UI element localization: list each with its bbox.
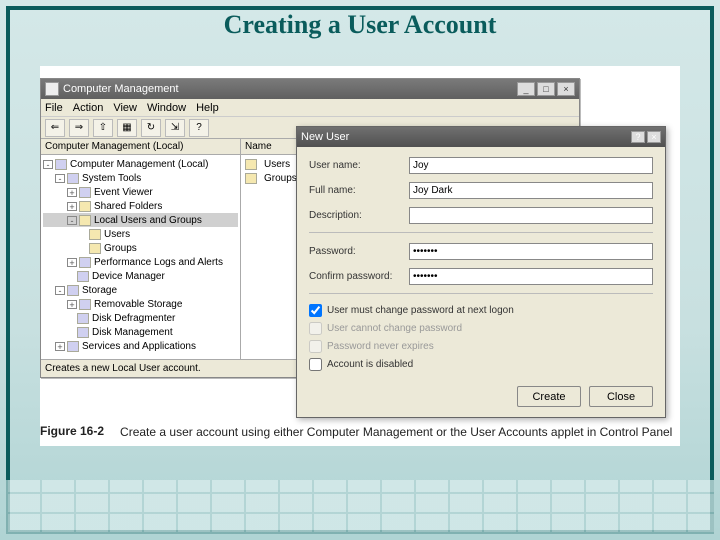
label-username: User name:	[309, 160, 409, 171]
cannot-change-checkbox	[309, 322, 322, 335]
tree-perf-logs[interactable]: +Performance Logs and Alerts	[43, 255, 238, 269]
tree-removable[interactable]: +Removable Storage	[43, 297, 238, 311]
dialog-help-button[interactable]: ?	[631, 131, 645, 143]
must-change-checkbox[interactable]	[309, 304, 322, 317]
tree-local-users[interactable]: -Local Users and Groups	[43, 213, 238, 227]
menu-file[interactable]: File	[45, 102, 63, 114]
menu-view[interactable]: View	[113, 102, 137, 114]
tree-device-manager[interactable]: Device Manager	[43, 269, 238, 283]
separator	[309, 293, 653, 294]
folder-icon	[245, 159, 257, 170]
menu-help[interactable]: Help	[196, 102, 219, 114]
expand-icon[interactable]: +	[67, 258, 77, 267]
tools-icon	[67, 173, 79, 184]
expand-icon[interactable]: +	[55, 342, 65, 351]
expand-icon[interactable]: -	[55, 174, 65, 183]
account-disabled-checkbox[interactable]	[309, 358, 322, 371]
never-expires-checkbox	[309, 340, 322, 353]
menu-window[interactable]: Window	[147, 102, 186, 114]
slide-title: Creating a User Account	[0, 10, 720, 40]
figure-text: Create a user account using either Compu…	[120, 424, 680, 440]
cm-titlebar: Computer Management _ □ ×	[41, 79, 579, 99]
separator	[309, 232, 653, 233]
password-field[interactable]	[409, 243, 653, 260]
app-icon	[45, 82, 59, 96]
figure-label: Figure 16-2	[40, 424, 104, 440]
expand-icon[interactable]: +	[67, 188, 77, 197]
expand-icon[interactable]: +	[67, 300, 77, 309]
services-icon	[67, 341, 79, 352]
confirm-password-field[interactable]	[409, 268, 653, 285]
expand-icon[interactable]: -	[67, 216, 77, 225]
up-button[interactable]: ⇧	[93, 119, 113, 137]
disk-icon	[77, 327, 89, 338]
folder-icon	[79, 201, 91, 212]
new-user-dialog: New User ? × User name: Full name: Descr…	[296, 126, 666, 418]
maximize-button[interactable]: □	[537, 82, 555, 96]
export-button[interactable]: ⇲	[165, 119, 185, 137]
figure-caption: Figure 16-2 Create a user account using …	[40, 424, 680, 440]
never-expires-label: Password never expires	[327, 341, 434, 352]
create-button[interactable]: Create	[517, 386, 581, 407]
expand-icon[interactable]: -	[43, 160, 53, 169]
tree: -Computer Management (Local) -System Too…	[41, 155, 240, 355]
status-text: Creates a new Local User account.	[45, 363, 201, 374]
view-button[interactable]: ▦	[117, 119, 137, 137]
label-confirm-password: Confirm password:	[309, 271, 409, 282]
tree-root[interactable]: -Computer Management (Local)	[43, 157, 238, 171]
forward-button[interactable]: ⇒	[69, 119, 89, 137]
expand-icon[interactable]: -	[55, 286, 65, 295]
label-fullname: Full name:	[309, 185, 409, 196]
dialog-close-button[interactable]: ×	[647, 131, 661, 143]
must-change-label: User must change password at next logon	[327, 305, 514, 316]
account-disabled-label: Account is disabled	[327, 359, 413, 370]
folder-icon	[89, 243, 101, 254]
dlg-titlebar: New User ? ×	[297, 127, 665, 147]
defrag-icon	[77, 313, 89, 324]
refresh-button[interactable]: ↻	[141, 119, 161, 137]
tree-header: Computer Management (Local)	[41, 139, 240, 155]
users-group-icon	[79, 215, 91, 226]
tree-diskmgmt[interactable]: Disk Management	[43, 325, 238, 339]
tree-users[interactable]: Users	[43, 227, 238, 241]
figure-area: Computer Management _ □ × File Action Vi…	[40, 66, 680, 446]
tree-groups[interactable]: Groups	[43, 241, 238, 255]
tree-defrag[interactable]: Disk Defragmenter	[43, 311, 238, 325]
folder-icon	[89, 229, 101, 240]
tree-pane: Computer Management (Local) -Computer Ma…	[41, 139, 241, 359]
decorative-circuit-art	[6, 480, 714, 534]
folder-icon	[245, 173, 257, 184]
label-description: Description:	[309, 210, 409, 221]
tree-shared-folders[interactable]: +Shared Folders	[43, 199, 238, 213]
menu-action[interactable]: Action	[73, 102, 104, 114]
tree-event-viewer[interactable]: +Event Viewer	[43, 185, 238, 199]
label-password: Password:	[309, 246, 409, 257]
close-button[interactable]: ×	[557, 82, 575, 96]
cannot-change-label: User cannot change password	[327, 323, 462, 334]
expand-icon[interactable]: +	[67, 202, 77, 211]
perf-icon	[79, 257, 91, 268]
minimize-button[interactable]: _	[517, 82, 535, 96]
username-field[interactable]	[409, 157, 653, 174]
cm-menubar: File Action View Window Help	[41, 99, 579, 117]
fullname-field[interactable]	[409, 182, 653, 199]
cm-title-text: Computer Management	[63, 83, 179, 95]
description-field[interactable]	[409, 207, 653, 224]
tree-system-tools[interactable]: -System Tools	[43, 171, 238, 185]
dlg-title-text: New User	[301, 131, 349, 143]
back-button[interactable]: ⇐	[45, 119, 65, 137]
help-button[interactable]: ?	[189, 119, 209, 137]
event-icon	[79, 187, 91, 198]
removable-icon	[79, 299, 91, 310]
storage-icon	[67, 285, 79, 296]
close-button[interactable]: Close	[589, 386, 653, 407]
computer-icon	[55, 159, 67, 170]
device-icon	[77, 271, 89, 282]
tree-services[interactable]: +Services and Applications	[43, 339, 238, 353]
tree-storage[interactable]: -Storage	[43, 283, 238, 297]
